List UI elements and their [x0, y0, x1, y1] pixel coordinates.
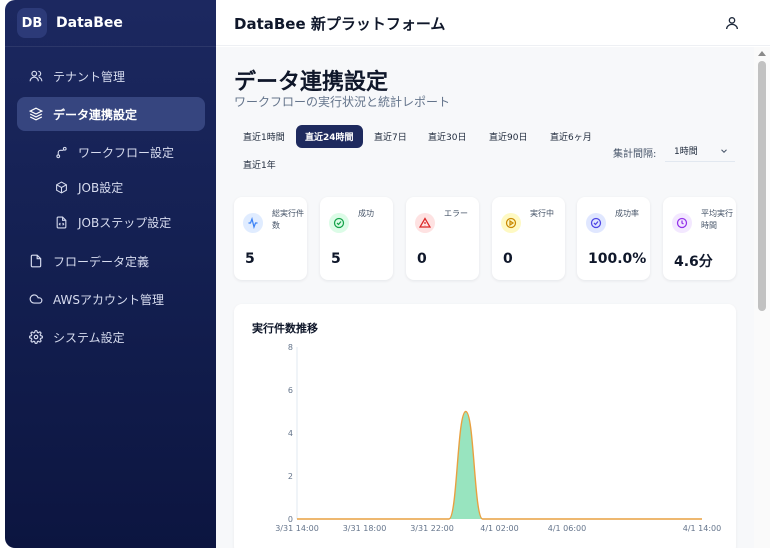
stat-value: 5	[245, 251, 255, 267]
range-button-7d[interactable]: 直近7日	[365, 125, 416, 148]
sidebar-item-workflow[interactable]: ワークフロー設定	[53, 135, 203, 169]
sidebar-item-label: AWSアカウント管理	[53, 292, 165, 307]
sidebar-item-label: ワークフロー設定	[78, 145, 175, 160]
interval-value: 1時間	[674, 147, 698, 157]
user-menu-button[interactable]	[722, 13, 742, 33]
file-code-icon	[53, 214, 69, 230]
sidebar-item-aws[interactable]: AWSアカウント管理	[17, 282, 205, 316]
x-tick-label: 3/31 18:00	[343, 524, 387, 533]
y-tick-label: 2	[288, 472, 293, 481]
sidebar-item-label: JOB設定	[78, 180, 124, 195]
stat-label: 平均実行時間	[701, 209, 733, 230]
alert-triangle-icon	[415, 213, 435, 233]
stat-value: 4.6分	[674, 254, 713, 270]
sidebar-item-flow-data[interactable]: フローデータ定義	[17, 244, 205, 278]
sidebar-item-data-integration[interactable]: データ連携設定	[17, 97, 205, 131]
y-tick-label: 4	[288, 429, 293, 438]
sidebar-item-job-step[interactable]: JOBステップ設定	[53, 205, 203, 239]
range-button-90d[interactable]: 直近90日	[480, 125, 536, 148]
stat-value: 0	[417, 251, 427, 267]
sidebar: DB DataBee テナント管理 データ連携設定 ワークフロー設定 JOB設定…	[5, 0, 216, 548]
sidebar-item-job[interactable]: JOB設定	[53, 170, 203, 204]
stat-label: 実行中	[530, 209, 554, 218]
stat-value: 5	[331, 251, 341, 267]
scroll-up-arrow[interactable]	[758, 51, 766, 56]
sidebar-item-label: JOBステップ設定	[78, 215, 172, 230]
workflow-icon	[53, 144, 69, 160]
range-button-30d[interactable]: 直近30日	[419, 125, 475, 148]
page-subtitle: ワークフローの実行状況と統計レポート	[234, 95, 451, 109]
y-tick-label: 0	[288, 515, 293, 524]
sidebar-item-label: フローデータ定義	[53, 254, 150, 269]
x-tick-label: 3/31 14:00	[275, 524, 319, 533]
layers-icon	[28, 106, 44, 122]
x-tick-label: 4/1 02:00	[480, 524, 518, 533]
sidebar-item-label: テナント管理	[53, 69, 126, 84]
stat-card-avg-duration: 平均実行時間 4.6分	[663, 197, 736, 280]
stat-value: 100.0%	[588, 251, 647, 267]
sidebar-item-system[interactable]: システム設定	[17, 320, 205, 354]
play-circle-icon	[501, 213, 521, 233]
x-tick-label: 4/1 06:00	[548, 524, 586, 533]
range-button-6m[interactable]: 直近6ヶ月	[541, 125, 601, 148]
stat-card-success: 成功 5	[320, 197, 393, 280]
scroll-thumb[interactable]	[758, 61, 766, 311]
file-icon	[28, 253, 44, 269]
badge-check-icon	[586, 213, 606, 233]
range-button-24h[interactable]: 直近24時間	[296, 125, 363, 148]
scrollbar[interactable]	[754, 47, 770, 548]
interval-label: 集計間隔:	[613, 149, 657, 160]
user-icon	[726, 17, 738, 30]
series-area	[297, 411, 702, 519]
divider	[5, 46, 216, 47]
series-line	[297, 410, 702, 520]
stat-card-running: 実行中 0	[492, 197, 565, 280]
stat-label: エラー	[444, 209, 468, 218]
cloud-icon	[28, 291, 44, 307]
clock-icon	[672, 213, 692, 233]
app-title: DataBee 新プラットフォーム	[234, 15, 446, 33]
users-icon	[28, 68, 44, 84]
check-circle-icon	[329, 213, 349, 233]
stat-label: 成功	[358, 209, 374, 218]
range-button-1h[interactable]: 直近1時間	[234, 125, 294, 148]
stat-card-total: 総実行件数 5	[234, 197, 307, 280]
main-content: データ連携設定 ワークフローの実行状況と統計レポート 直近1時間 直近24時間 …	[216, 47, 754, 548]
sidebar-item-label: システム設定	[53, 330, 125, 345]
stat-card-success-rate: 成功率 100.0%	[577, 197, 650, 280]
x-tick-label: 3/31 22:00	[410, 524, 454, 533]
brand-name: DataBee	[56, 15, 123, 31]
sidebar-item-label: データ連携設定	[53, 107, 138, 122]
stat-label: 成功率	[615, 209, 639, 218]
execution-trend-chart: 実行件数推移 0 2 4 6 8 3/31 14:00 3/31 18:00 3/31 22:…	[234, 304, 736, 548]
chevron-down-icon	[721, 149, 727, 153]
gear-icon	[28, 329, 44, 345]
sidebar-item-tenant[interactable]: テナント管理	[17, 59, 205, 93]
range-button-1y[interactable]: 直近1年	[234, 153, 285, 176]
y-tick-label: 8	[288, 343, 293, 352]
logo: DB	[17, 8, 47, 38]
activity-icon	[243, 213, 263, 233]
page-title: データ連携設定	[234, 70, 389, 95]
chart-svg: 0 2 4 6 8 3/31 14:00 3/31 18:00 3/31 22:00 4/1 0…	[275, 343, 721, 533]
cube-icon	[53, 179, 69, 195]
stat-value: 0	[503, 251, 513, 267]
interval-select[interactable]: 1時間	[665, 140, 735, 162]
topbar: DataBee 新プラットフォーム	[216, 0, 770, 46]
stat-label: 総実行件数	[272, 209, 304, 230]
x-tick-label: 4/1 14:00	[683, 524, 721, 533]
brand[interactable]: DB DataBee	[17, 8, 123, 38]
stat-card-error: エラー 0	[406, 197, 479, 280]
y-tick-label: 6	[288, 386, 293, 395]
